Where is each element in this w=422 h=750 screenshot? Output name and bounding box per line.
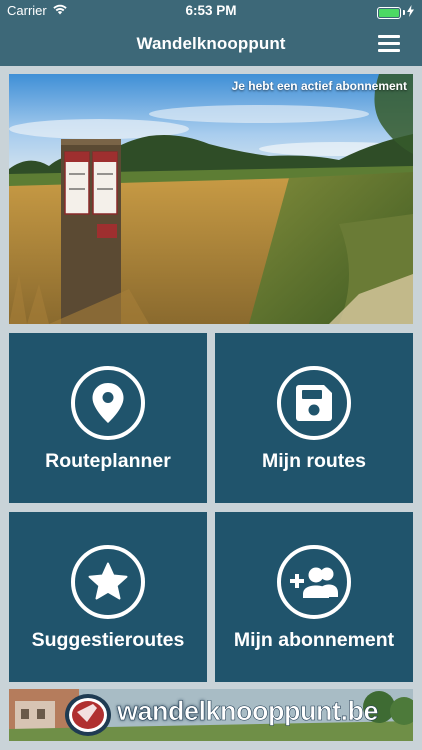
page-title: Wandelknooppunt — [136, 34, 286, 53]
battery-icon — [377, 6, 401, 19]
status-bar: Carrier 6:53 PM — [0, 0, 422, 22]
navigation-bar: Wandelknooppunt — [0, 22, 422, 66]
brand-banner[interactable]: wandelknooppunt.be — [9, 689, 413, 741]
bolt-icon — [407, 5, 414, 20]
app-screen: Carrier 6:53 PM Wandelknooppunt Je hebt … — [0, 0, 422, 750]
subscription-status: Je hebt een actief abonnement — [231, 79, 407, 93]
suggested-routes-tile[interactable]: Suggestieroutes — [9, 512, 207, 682]
my-subscription-label: Mijn abonnement — [233, 629, 395, 651]
my-routes-label: Mijn routes — [261, 450, 366, 472]
brand-logo-icon — [63, 692, 113, 741]
brand-part-knooppunt: knooppunt — [205, 696, 341, 727]
my-subscription-tile[interactable]: Mijn abonnement — [215, 512, 413, 682]
add-group-icon — [290, 567, 338, 598]
brand-part-wandel: wandel — [117, 696, 207, 727]
clock: 6:53 PM — [185, 3, 237, 18]
suggested-routes-label: Suggestieroutes — [31, 629, 185, 651]
hamburger-menu-icon[interactable] — [378, 35, 400, 53]
save-disk-icon — [296, 385, 332, 421]
brand-wordmark: wandelknooppunt.be — [117, 696, 379, 727]
hero-image: Je hebt een actief abonnement — [9, 74, 413, 324]
map-pin-icon — [92, 383, 124, 423]
routeplanner-label: Routeplanner — [45, 450, 171, 472]
routeplanner-tile[interactable]: Routeplanner — [9, 333, 207, 503]
brand-part-tld: .be — [340, 696, 379, 727]
star-icon — [88, 562, 128, 600]
battery-indicator — [377, 5, 414, 20]
my-routes-tile[interactable]: Mijn routes — [215, 333, 413, 503]
